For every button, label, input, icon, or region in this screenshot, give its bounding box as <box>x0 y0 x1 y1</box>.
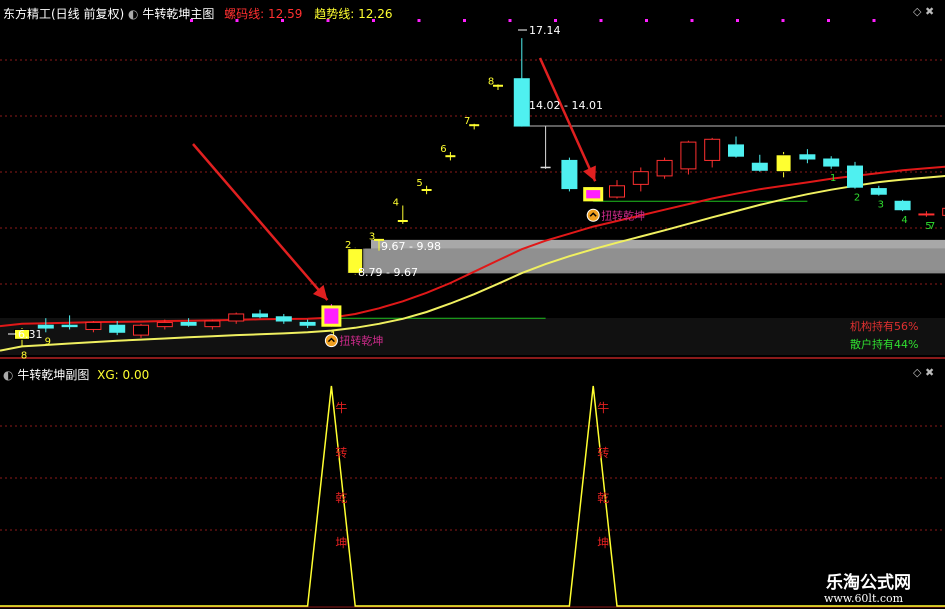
candle <box>513 78 530 127</box>
sub-header: ◐ 牛转乾坤副图 XG: 0.00 <box>3 368 150 382</box>
candle <box>180 321 197 326</box>
candle <box>823 158 840 167</box>
candle-count-label: 7 <box>464 116 470 127</box>
sub-indicator-name[interactable]: 牛转乾坤副图 <box>17 368 89 382</box>
watermark-url: www.60lt.com <box>824 592 904 605</box>
candle <box>299 321 316 326</box>
candle-count-label: 6 <box>440 144 446 155</box>
candle <box>632 171 649 185</box>
xg-label: XG: <box>97 368 119 382</box>
top-marker-dot <box>872 19 876 22</box>
diamond-icon[interactable]: ◇ <box>913 5 921 18</box>
candle-count-label: 2 <box>854 193 860 204</box>
candle <box>894 200 911 211</box>
line1-label: 螺码线: <box>224 7 265 21</box>
close-icon[interactable]: ✖ <box>925 5 934 18</box>
candle <box>228 313 245 322</box>
candle-count-label: 8 <box>488 76 494 87</box>
candle <box>847 165 863 188</box>
candle-count-label: 5 <box>416 178 422 189</box>
peak-char-label: 牛 <box>597 400 609 415</box>
arrow-shaft <box>192 143 329 301</box>
candle-count-label: 3 <box>369 231 375 242</box>
candle-count-label: 9 <box>45 336 51 347</box>
line2-label: 趋势线: <box>314 7 355 21</box>
candle <box>728 144 744 157</box>
top-marker-dot <box>645 19 648 22</box>
candle-count-label: 3 <box>878 200 884 211</box>
main-chart-svg: 89123456781234567扭转乾坤扭转乾坤6.3117.149.67 -… <box>0 19 945 608</box>
top-marker-dot <box>690 19 694 22</box>
price-min-label: 6.31 <box>18 328 43 341</box>
zone-band-lower <box>365 248 945 271</box>
candle <box>156 321 173 328</box>
candle <box>799 154 816 160</box>
candle <box>704 138 721 161</box>
main-header: 东方精工(日线 前复权) ◐ 牛转乾坤主图 螺码线: 12.59 趋势线: 12… <box>3 7 393 21</box>
zone3-label: 14.02 - 14.01 <box>529 99 603 112</box>
zone-band <box>371 239 945 249</box>
xg-value: 0.00 <box>122 368 150 382</box>
top-marker-dot <box>417 19 421 22</box>
top-marker-dot <box>781 19 785 22</box>
retail-holding-label: 散户持有44% <box>850 337 918 351</box>
candle-count-label: 1 <box>830 173 836 184</box>
candle <box>109 324 126 333</box>
candle <box>252 313 268 318</box>
main-bottom-band <box>0 318 945 355</box>
stock-title: 东方精工(日线 前复权) <box>3 7 125 21</box>
candle <box>775 154 792 173</box>
line1-value: 12.59 <box>268 7 303 21</box>
peak-char-label: 乾 <box>597 491 609 505</box>
peak-char-label: 坤 <box>597 535 609 550</box>
candle <box>918 213 935 216</box>
signal-text: 扭转乾坤 <box>339 334 383 348</box>
candle <box>204 320 221 328</box>
watermark-cn: 乐淘公式网 <box>826 573 911 593</box>
candle <box>870 188 887 195</box>
top-marker-dot <box>736 19 739 22</box>
peak-char-label: 牛 <box>335 400 347 415</box>
signal-text: 扭转乾坤 <box>601 208 645 222</box>
signal-badge-icon <box>586 208 600 222</box>
peak-char-label: 转 <box>597 445 609 460</box>
candle <box>275 316 292 322</box>
zone2-label: 8.79 - 9.67 <box>358 266 418 279</box>
close-icon[interactable]: ✖ <box>925 366 934 379</box>
candle <box>680 141 697 170</box>
xg-series-line <box>0 385 945 607</box>
diamond-icon[interactable]: ◇ <box>913 366 921 379</box>
candle <box>133 324 149 336</box>
candle <box>751 162 768 171</box>
main-indicator-name[interactable]: 牛转乾坤主图 <box>142 7 214 21</box>
candle-count-label: 4 <box>393 197 399 208</box>
peak-char-label: 转 <box>335 445 347 460</box>
top-marker-dot <box>508 19 512 22</box>
panel-controls-bottom: ◇ ✖ <box>913 366 934 379</box>
top-marker-dot <box>599 19 603 22</box>
candle <box>561 159 578 190</box>
institution-holding-label: 机构持有56% <box>850 319 918 333</box>
candle-count-label: 8 <box>21 350 27 361</box>
candle <box>583 187 604 202</box>
candle <box>61 324 78 328</box>
top-marker-dot <box>827 19 830 22</box>
signal-badge-icon <box>324 334 338 348</box>
zone1-label: 9.67 - 9.98 <box>381 240 441 253</box>
candle <box>656 159 673 177</box>
candle-count-label: 7 <box>929 221 935 232</box>
top-marker-dot <box>463 19 466 22</box>
candle <box>321 305 342 327</box>
peak-char-label: 坤 <box>335 535 347 550</box>
price-max-label: 17.14 <box>529 24 561 37</box>
candle-count-label: 2 <box>345 240 351 251</box>
candle <box>85 321 102 330</box>
line2-value: 12.26 <box>358 7 393 21</box>
peak-char-label: 乾 <box>335 491 347 505</box>
top-marker-dot <box>554 19 557 22</box>
candle <box>609 185 625 198</box>
candle-count-label: 4 <box>901 215 907 226</box>
panel-controls-top: ◇ ✖ <box>913 5 934 18</box>
